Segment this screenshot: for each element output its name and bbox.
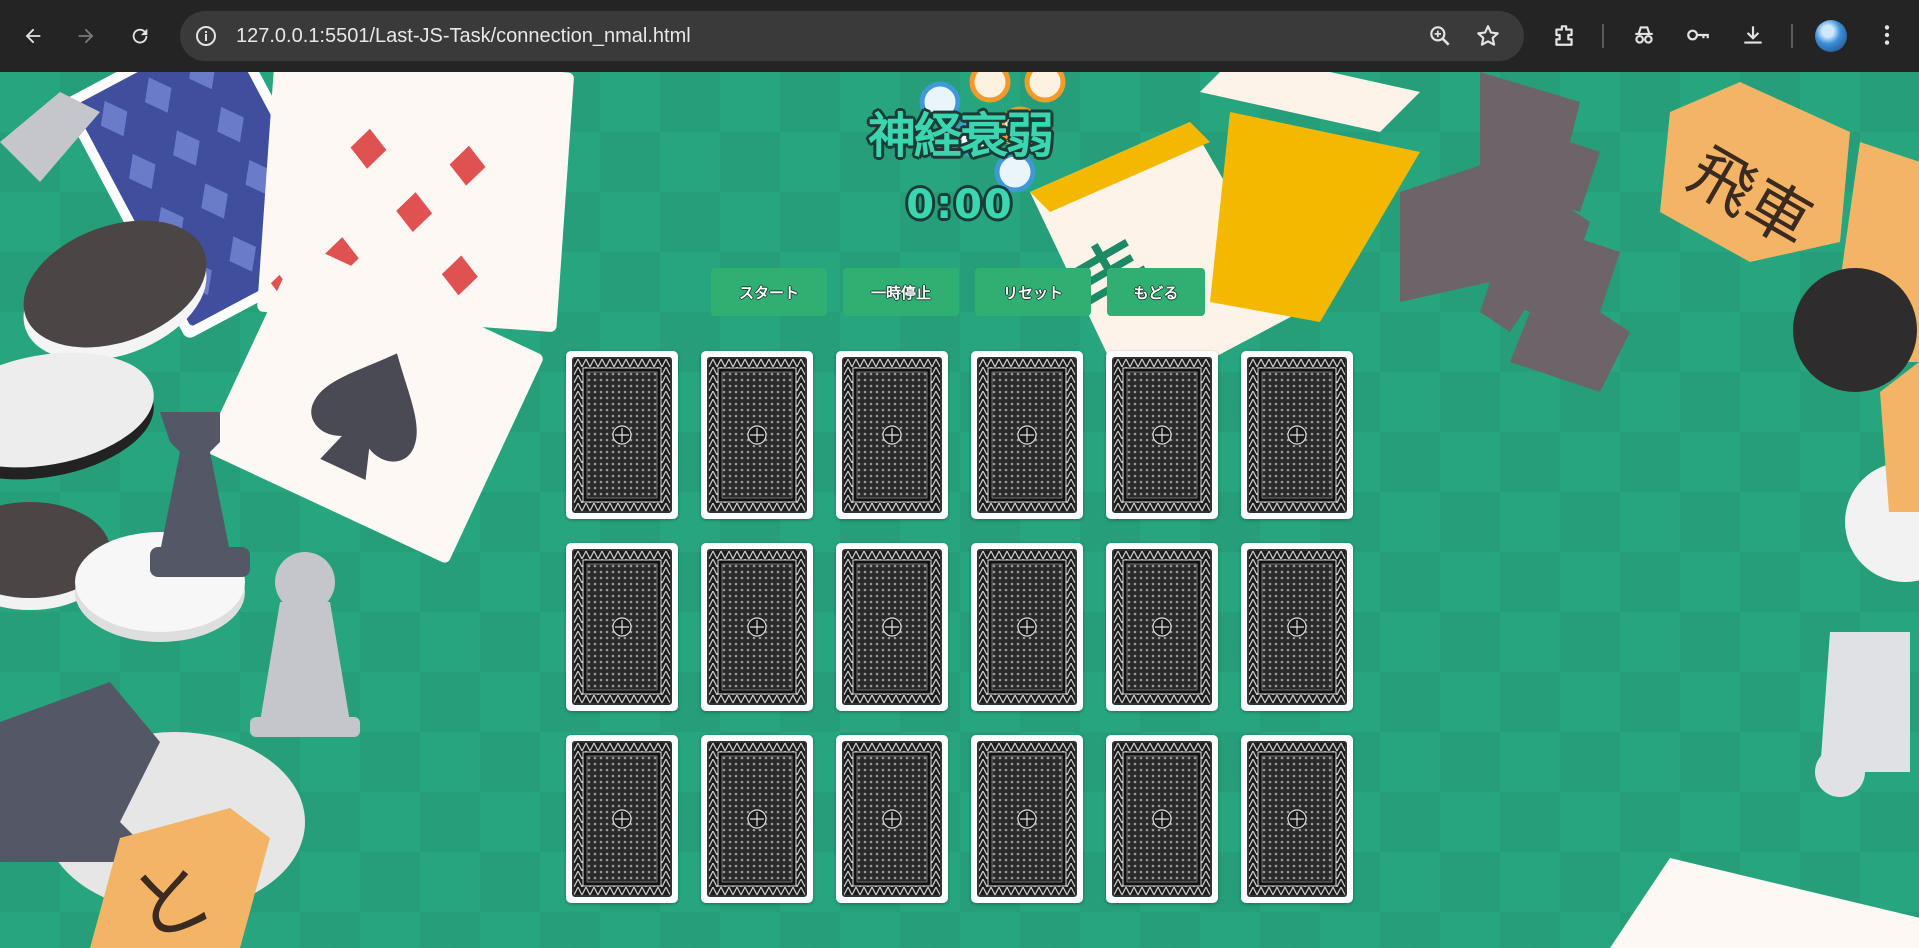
card-back-pattern	[707, 741, 807, 897]
memory-card[interactable]	[701, 735, 813, 903]
card-back-pattern	[1247, 357, 1347, 513]
memory-card[interactable]	[1106, 351, 1218, 519]
card-back-pattern	[572, 549, 672, 705]
memory-card[interactable]	[566, 543, 678, 711]
card-back-pattern	[572, 357, 672, 513]
card-back-pattern	[572, 741, 672, 897]
start-button[interactable]: スタート	[711, 268, 827, 316]
memory-card[interactable]	[1241, 351, 1353, 519]
memory-card[interactable]	[971, 735, 1083, 903]
menu-dots-icon[interactable]	[1872, 20, 1902, 50]
memory-card[interactable]	[836, 351, 948, 519]
go-stone-decoration	[1793, 268, 1917, 392]
card-back-pattern	[1112, 357, 1212, 513]
memory-card[interactable]	[971, 351, 1083, 519]
browser-toolbar: 127.0.0.1:5501/Last-JS-Task/connection_n…	[0, 0, 1919, 72]
incognito-icon[interactable]	[1629, 20, 1659, 50]
back-icon[interactable]	[15, 18, 51, 54]
url-path: Last-JS-Task/connection_nmal.html	[375, 25, 691, 47]
memory-card[interactable]	[971, 543, 1083, 711]
game-title: 神経衰弱	[867, 108, 1054, 164]
card-back-pattern	[842, 741, 942, 897]
timer-display: 0:00	[906, 182, 1014, 228]
memory-card[interactable]	[1241, 735, 1353, 903]
pause-button[interactable]: 一時停止	[843, 268, 959, 316]
card-back-pattern	[977, 741, 1077, 897]
card-back-pattern	[1112, 549, 1212, 705]
card-back-pattern	[842, 549, 942, 705]
profile-avatar[interactable]	[1815, 20, 1847, 52]
memory-card[interactable]	[836, 543, 948, 711]
card-back-pattern	[1247, 549, 1347, 705]
toolbar-separator	[1791, 24, 1793, 48]
card-back-pattern	[707, 549, 807, 705]
memory-card[interactable]	[566, 351, 678, 519]
card-back-pattern	[842, 357, 942, 513]
password-key-icon[interactable]	[1683, 20, 1713, 50]
memory-card[interactable]	[1106, 735, 1218, 903]
card-back-pattern	[977, 357, 1077, 513]
game-controls: スタート 一時停止 リセット もどる	[711, 268, 1205, 316]
memory-card[interactable]	[701, 351, 813, 519]
card-back-pattern	[977, 549, 1077, 705]
game-page: と 飛車 丰	[0, 72, 1919, 948]
address-bar[interactable]: 127.0.0.1:5501/Last-JS-Task/connection_n…	[180, 11, 1524, 61]
bookmark-star-icon[interactable]	[1475, 23, 1501, 49]
url-host: 127.0.0.1:5501/	[236, 25, 376, 47]
forward-icon[interactable]	[68, 18, 104, 54]
memory-card[interactable]	[566, 735, 678, 903]
reload-icon[interactable]	[122, 18, 158, 54]
card-back-pattern	[707, 357, 807, 513]
back-button[interactable]: もどる	[1107, 268, 1205, 316]
puzzle-piece-decoration	[1400, 72, 1630, 392]
memory-card[interactable]	[1241, 543, 1353, 711]
site-info-icon[interactable]	[194, 24, 218, 48]
url-text[interactable]: 127.0.0.1:5501/Last-JS-Task/connection_n…	[236, 25, 691, 48]
card-back-pattern	[1247, 741, 1347, 897]
card-back-pattern	[1112, 741, 1212, 897]
memory-card[interactable]	[1106, 543, 1218, 711]
download-icon[interactable]	[1738, 20, 1768, 50]
zoom-icon[interactable]	[1427, 23, 1453, 49]
memory-card[interactable]	[836, 735, 948, 903]
toolbar-separator	[1602, 24, 1604, 48]
card-grid	[566, 351, 1353, 903]
extensions-icon[interactable]	[1549, 20, 1579, 50]
memory-card[interactable]	[701, 543, 813, 711]
reset-button[interactable]: リセット	[975, 268, 1091, 316]
